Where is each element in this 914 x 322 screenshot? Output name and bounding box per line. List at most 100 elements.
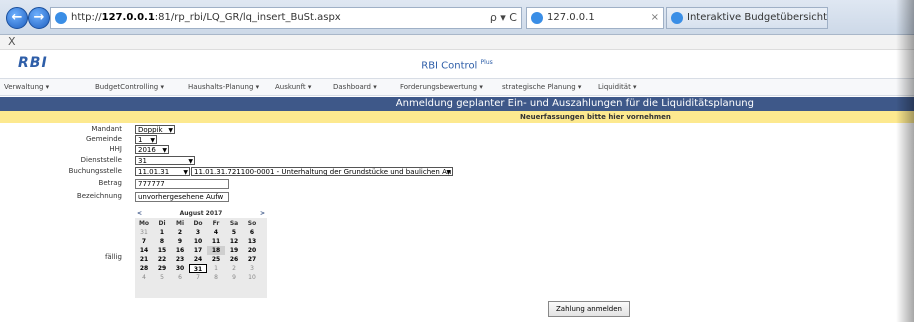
- calendar-week: 28 29 30 31 1 2 3: [135, 264, 261, 273]
- calendar-day[interactable]: 13: [243, 237, 261, 246]
- calendar-day[interactable]: 15: [153, 246, 171, 255]
- back-button[interactable]: ←: [6, 7, 28, 29]
- next-month-button[interactable]: >: [260, 210, 265, 217]
- calendar-day[interactable]: 11: [207, 237, 225, 246]
- calendar-day[interactable]: 16: [171, 246, 189, 255]
- calendar-day[interactable]: 5: [225, 228, 243, 237]
- menu-item-auskunft[interactable]: Auskunft ▾: [275, 83, 311, 91]
- calendar-day[interactable]: 7: [189, 273, 207, 282]
- betrag-input[interactable]: 777777: [135, 179, 229, 189]
- calendar-day[interactable]: 14: [135, 246, 153, 255]
- address-bar[interactable]: http://127.0.0.1:81/rp_rbi/LQ_GR/lq_inse…: [50, 7, 522, 29]
- calendar-day[interactable]: 28: [135, 264, 153, 273]
- weekday-label: Do: [193, 220, 203, 227]
- buchungsstelle-desc-select[interactable]: 11.01.31.721100-0001 - Unterhaltung der …: [191, 167, 453, 176]
- calendar-day-selected[interactable]: 31: [189, 264, 207, 273]
- submit-row: Zahlung anmelden: [0, 298, 914, 320]
- menu-item-haushalts-planung[interactable]: Haushalts-Planung ▾: [188, 83, 259, 91]
- calendar-day[interactable]: 22: [153, 255, 171, 264]
- calendar-day[interactable]: 31: [135, 228, 153, 237]
- calendar-day[interactable]: 1: [153, 228, 171, 237]
- calendar-day[interactable]: 9: [171, 237, 189, 246]
- edge-shadow: [896, 0, 914, 322]
- menu-item-liquiditaet[interactable]: Liquidität ▾: [598, 83, 637, 91]
- submit-payment-button[interactable]: Zahlung anmelden: [548, 301, 630, 317]
- label-betrag: Betrag: [98, 179, 122, 187]
- gemeinde-select[interactable]: 1 ▼: [135, 135, 157, 144]
- menu-item-dashboard[interactable]: Dashboard ▾: [333, 83, 377, 91]
- calendar-day[interactable]: 19: [225, 246, 243, 255]
- label-buchungsstelle: Buchungsstelle: [68, 167, 122, 175]
- menu-item-strategische-planung[interactable]: strategische Planung ▾: [502, 83, 581, 91]
- browser-window: ← → http://127.0.0.1:81/rp_rbi/LQ_GR/lq_…: [0, 0, 914, 322]
- row-betrag: Betrag 777777: [0, 179, 914, 189]
- calendar-header: August 2017 < >: [135, 210, 267, 218]
- tab-close-icon[interactable]: ×: [651, 8, 659, 28]
- weekday-label: Di: [158, 220, 166, 227]
- calendar-day[interactable]: 25: [207, 255, 225, 264]
- weekday-label: Mi: [175, 220, 185, 227]
- calendar-day[interactable]: 10: [189, 237, 207, 246]
- browser-chrome: ← → http://127.0.0.1:81/rp_rbi/LQ_GR/lq_…: [0, 0, 914, 35]
- calendar-day[interactable]: 4: [135, 273, 153, 282]
- calendar-day[interactable]: 10: [243, 273, 261, 282]
- calendar-day[interactable]: 29: [153, 264, 171, 273]
- calendar-day[interactable]: 5: [153, 273, 171, 282]
- calendar-day[interactable]: 9: [225, 273, 243, 282]
- weekday-row: Mo Di Mi Do Fr Sa So: [135, 219, 261, 228]
- close-icon[interactable]: X: [8, 35, 16, 48]
- calendar-day[interactable]: 3: [243, 264, 261, 273]
- calendar-day[interactable]: 2: [171, 228, 189, 237]
- calendar-day[interactable]: 7: [135, 237, 153, 246]
- calendar-day[interactable]: 27: [243, 255, 261, 264]
- label-hhj: HHJ: [109, 145, 122, 153]
- chevron-down-icon: ▼: [188, 158, 193, 165]
- calendar-day-today[interactable]: 18: [207, 246, 225, 255]
- calendar-day[interactable]: 23: [171, 255, 189, 264]
- form-title-bar: Anmeldung geplanter Ein- und Auszahlunge…: [0, 97, 914, 111]
- calendar-day[interactable]: 8: [153, 237, 171, 246]
- ie-tab-icon: [531, 12, 543, 24]
- calendar-day[interactable]: 8: [207, 273, 225, 282]
- row-dienststelle: Dienststelle 31 ▼: [0, 156, 914, 165]
- weekday-label: Fr: [212, 220, 220, 227]
- buchungsstelle-select[interactable]: 11.01.31 ▼: [135, 167, 190, 176]
- calendar-day[interactable]: 1: [207, 264, 225, 273]
- bezeichnung-input[interactable]: unvorhergesehene Aufw: [135, 192, 229, 202]
- calendar-day[interactable]: 6: [171, 273, 189, 282]
- calendar-day[interactable]: 30: [171, 264, 189, 273]
- menu-item-forderungsbewertung[interactable]: Forderungsbewertung ▾: [400, 83, 483, 91]
- calendar-day[interactable]: 21: [135, 255, 153, 264]
- forward-button[interactable]: →: [28, 7, 50, 29]
- browser-tab-inactive[interactable]: Interaktive Budgetübersicht: [666, 7, 828, 29]
- label-gemeinde: Gemeinde: [86, 135, 122, 143]
- date-picker: August 2017 < > Mo Di Mi Do Fr Sa So 31 …: [135, 210, 267, 298]
- prev-month-button[interactable]: <: [137, 210, 142, 217]
- calendar-day[interactable]: 20: [243, 246, 261, 255]
- menu-item-budgetcontrolling[interactable]: BudgetControlling ▾: [95, 83, 164, 91]
- address-tools[interactable]: ρ ▾ C: [490, 8, 517, 28]
- chevron-down-icon: ▼: [446, 169, 451, 176]
- mandant-select[interactable]: Doppik ▼: [135, 125, 175, 134]
- form-subtitle-bar: Neuerfassungen bitte hier vornehmen: [0, 111, 914, 123]
- calendar-day[interactable]: 4: [207, 228, 225, 237]
- calendar-day[interactable]: 17: [189, 246, 207, 255]
- weekday-label: So: [247, 220, 257, 227]
- calendar-day[interactable]: 12: [225, 237, 243, 246]
- calendar-month: August 2017: [179, 210, 223, 217]
- dienststelle-select[interactable]: 31 ▼: [135, 156, 195, 165]
- calendar-day[interactable]: 26: [225, 255, 243, 264]
- menu-item-verwaltung[interactable]: Verwaltung ▾: [4, 83, 49, 91]
- calendar-day[interactable]: 3: [189, 228, 207, 237]
- url-prefix: http://: [71, 12, 102, 23]
- browser-tab-active[interactable]: 127.0.0.1 ×: [526, 7, 664, 29]
- app-header: RBI RBI Control Plus: [0, 50, 914, 76]
- calendar-day[interactable]: 6: [243, 228, 261, 237]
- calendar-week: 4 5 6 7 8 9 10: [135, 273, 261, 282]
- weekday-label: Sa: [229, 220, 239, 227]
- tab-title: Interaktive Budgetübersicht: [687, 12, 827, 23]
- calendar-day[interactable]: 24: [189, 255, 207, 264]
- hhj-select[interactable]: 2016 ▼: [135, 145, 169, 154]
- chevron-down-icon: ▼: [162, 147, 167, 154]
- calendar-day[interactable]: 2: [225, 264, 243, 273]
